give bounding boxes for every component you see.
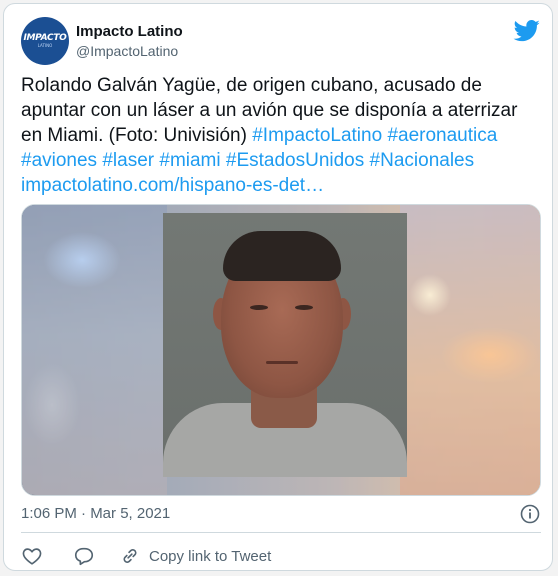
hashtag[interactable]: #aeronautica bbox=[387, 125, 497, 146]
reply-icon[interactable] bbox=[73, 545, 95, 567]
tweet-photo[interactable] bbox=[21, 204, 541, 496]
tweet-timestamp[interactable]: 1:06 PM · Mar 5, 2021 bbox=[21, 505, 170, 522]
copy-link-label: Copy link to Tweet bbox=[149, 547, 272, 565]
info-icon[interactable] bbox=[520, 504, 540, 524]
author-name[interactable]: Impacto Latino bbox=[76, 23, 183, 40]
hashtag[interactable]: #miami bbox=[159, 150, 220, 171]
hashtag[interactable]: #aviones bbox=[21, 150, 97, 171]
link-icon bbox=[123, 549, 137, 563]
tweet-text: Rolando Galván Yagüe, de origen cubano, … bbox=[21, 73, 541, 198]
heart-icon[interactable] bbox=[21, 545, 43, 567]
hashtag[interactable]: #ImpactoLatino bbox=[252, 125, 382, 146]
tweet-link[interactable]: impactolatino.com/hispano-es-det… bbox=[21, 175, 324, 196]
hashtag[interactable]: #laser bbox=[102, 150, 154, 171]
author-handle[interactable]: @ImpactoLatino bbox=[76, 43, 178, 59]
tweet-card[interactable]: IMPACTO LATINO Impacto Latino @ImpactoLa… bbox=[3, 3, 553, 571]
avatar[interactable]: IMPACTO LATINO bbox=[21, 17, 69, 65]
twitter-bird-icon[interactable] bbox=[513, 20, 541, 42]
divider bbox=[21, 532, 541, 533]
mugshot-photo bbox=[163, 213, 407, 477]
hashtag[interactable]: #Nacionales bbox=[370, 150, 475, 171]
copy-link-button[interactable]: Copy link to Tweet bbox=[119, 545, 271, 567]
hashtag[interactable]: #EstadosUnidos bbox=[226, 150, 364, 171]
avatar-logo: IMPACTO LATINO bbox=[23, 33, 67, 49]
